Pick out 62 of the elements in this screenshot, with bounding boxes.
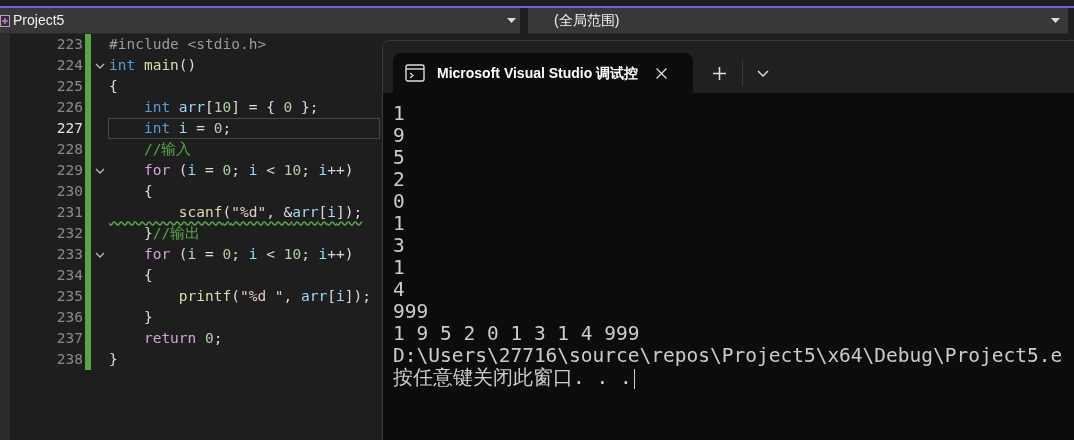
- console-output-line: 0: [393, 190, 405, 213]
- code-line: int main(): [109, 55, 197, 75]
- console-output-line: 1: [393, 212, 405, 235]
- line-number: 234: [56, 266, 83, 285]
- line-number: 223: [56, 35, 83, 54]
- console-output-line: 按任意键关闭此窗口. . .: [393, 366, 632, 389]
- fold-chevron-icon[interactable]: [94, 167, 105, 174]
- close-icon[interactable]: [656, 67, 668, 79]
- console-tab[interactable]: Microsoft Visual Studio 调试控: [393, 53, 693, 93]
- console-output-line: 2: [393, 168, 405, 191]
- line-number: 224: [56, 56, 83, 75]
- code-line: scanf("%d", &arr[i]);: [177, 202, 363, 222]
- terminal-icon: [405, 64, 425, 82]
- code-line: for (i = 0; i < 10; i++): [142, 160, 354, 180]
- scope-dropdown[interactable]: (全局范围): [528, 8, 1068, 34]
- text-cursor: [633, 368, 635, 389]
- code-line: int i = 0;: [142, 118, 232, 138]
- line-number: 231: [56, 203, 83, 222]
- line-number: 229: [56, 161, 83, 180]
- code-line: {: [142, 265, 153, 285]
- line-number: 238: [56, 350, 83, 369]
- tab-title: Microsoft Visual Studio 调试控: [437, 63, 639, 83]
- project-dropdown[interactable]: Project5: [0, 8, 520, 34]
- code-line: }//输出: [142, 223, 201, 243]
- line-number: 225: [56, 77, 83, 96]
- line-number: 232: [56, 224, 83, 243]
- line-number: 230: [56, 182, 83, 201]
- console-output-line: 1 9 5 2 0 1 3 1 4 999: [393, 322, 640, 345]
- code-line: //输入: [142, 139, 192, 159]
- caret-icon: [1051, 18, 1060, 23]
- line-number: 228: [56, 140, 83, 159]
- code-line: printf("%d ", arr[i]);: [177, 286, 371, 306]
- line-number: 227: [56, 119, 83, 138]
- code-line: {: [142, 181, 153, 201]
- console-output-line: 1: [393, 256, 405, 279]
- code-line: {: [109, 76, 118, 96]
- code-line: for (i = 0; i < 10; i++): [142, 244, 354, 264]
- caret-icon: [507, 18, 516, 23]
- fold-chevron-icon[interactable]: [94, 251, 105, 258]
- line-number: 235: [56, 287, 83, 306]
- project-icon: [0, 14, 10, 27]
- console-output-line: 1: [393, 102, 405, 125]
- console-output-line: 999: [393, 300, 429, 323]
- console-output-line: 3: [393, 234, 405, 257]
- project-name: Project5: [13, 11, 66, 30]
- code-line: return 0;: [142, 328, 223, 348]
- code-line: #include <stdio.h>: [109, 34, 267, 54]
- new-tab-icon[interactable]: [713, 67, 726, 80]
- console-output-line: 9: [393, 124, 405, 147]
- fold-chevron-icon[interactable]: [94, 62, 105, 69]
- console-output-line: 4: [393, 278, 405, 301]
- console-output-line: D:\Users\27716\source\repos\Project5\x64\Debug\Project5.e: [393, 344, 1063, 367]
- console-output-line: 5: [393, 146, 405, 169]
- line-number: 237: [56, 329, 83, 348]
- line-number: 226: [56, 98, 83, 117]
- code-line: }: [109, 349, 118, 369]
- scope-name: (全局范围): [554, 11, 621, 30]
- code-line: }: [142, 307, 153, 327]
- line-number: 236: [56, 308, 83, 327]
- dropdown-icon[interactable]: [757, 70, 769, 77]
- code-line: int arr[10] = { 0 };: [142, 97, 319, 117]
- line-number: 233: [56, 245, 83, 264]
